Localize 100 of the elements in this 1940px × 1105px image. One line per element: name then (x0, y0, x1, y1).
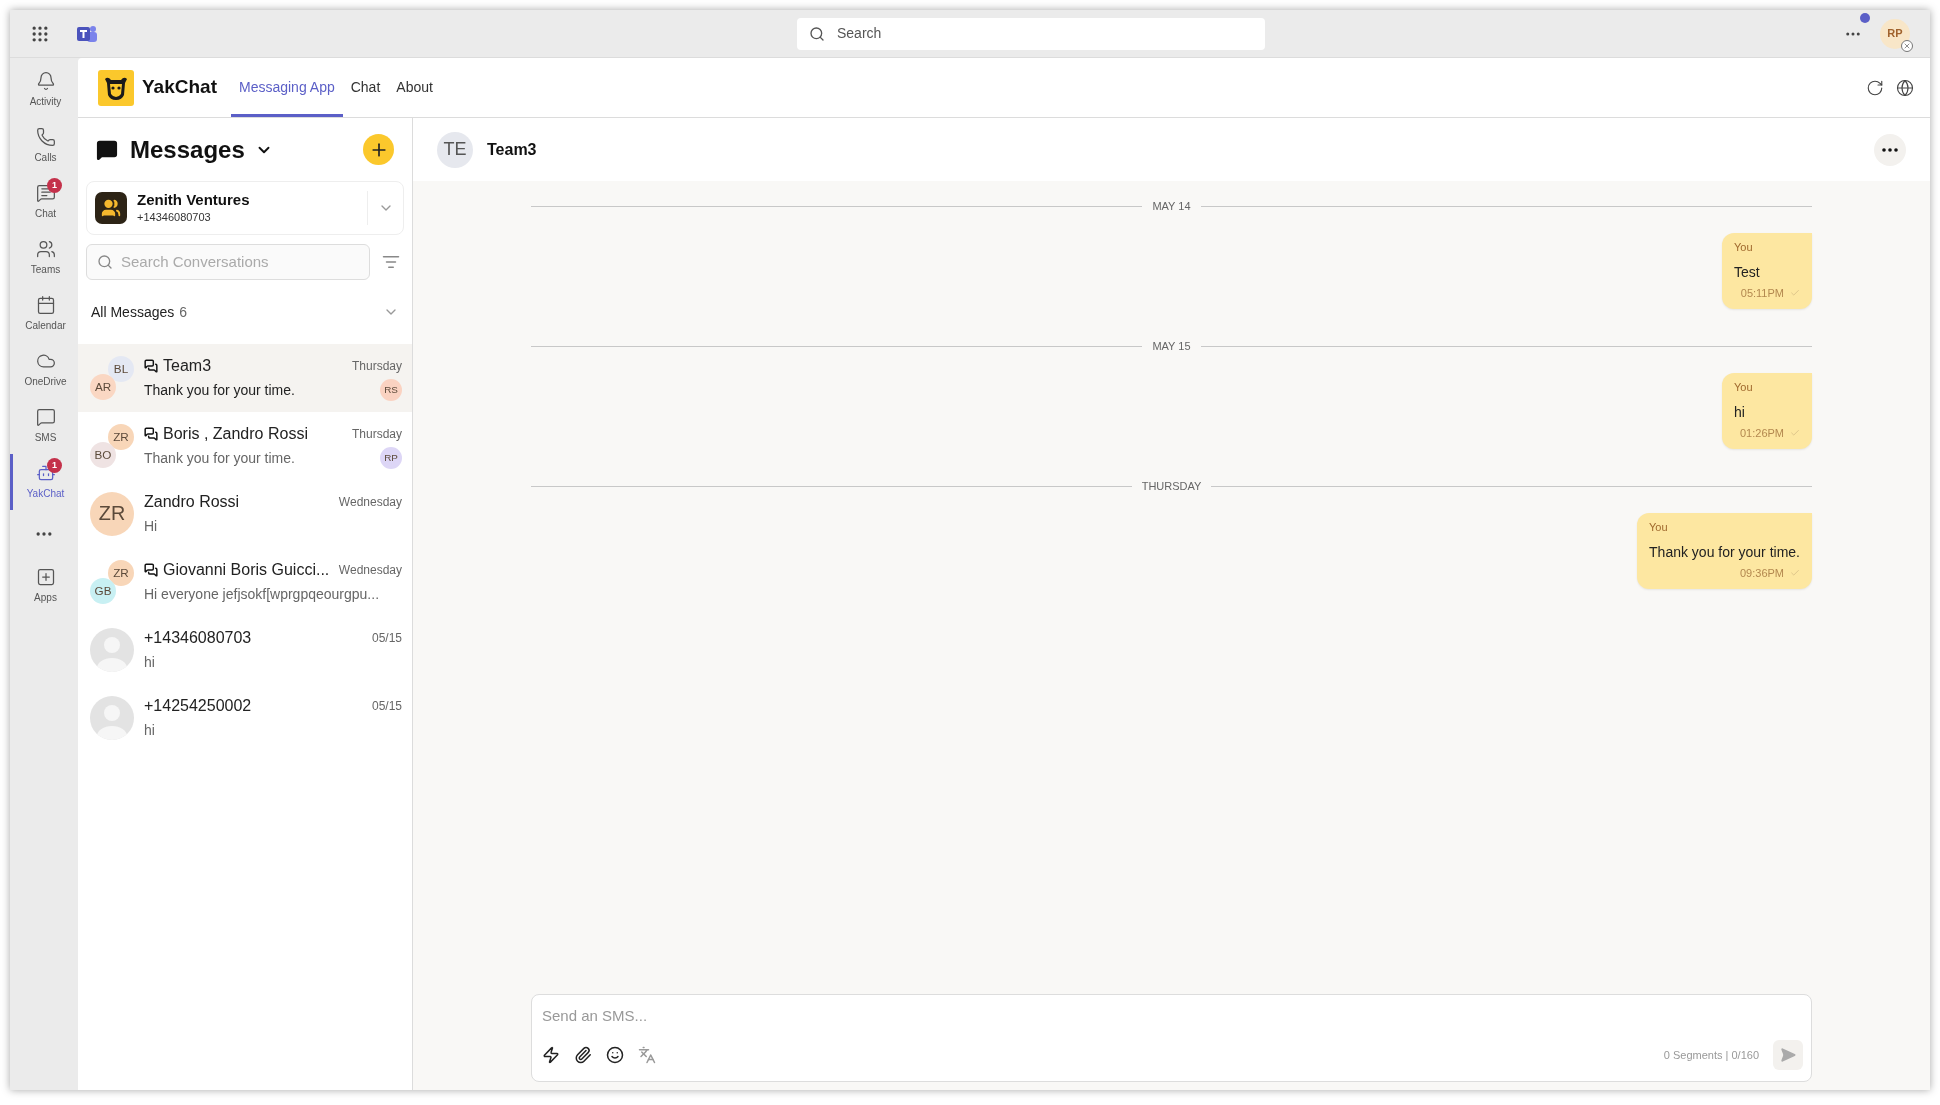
emoji-icon[interactable] (606, 1046, 624, 1064)
conversation-date: Wednesday (338, 494, 402, 511)
search-icon (809, 25, 825, 42)
group-icon (144, 359, 158, 373)
sender-name: You (1734, 240, 1754, 255)
yakchat-logo-icon (98, 69, 134, 106)
avatar: ZR (108, 424, 134, 450)
conversation-date: Thursday (351, 358, 402, 375)
group-icon (144, 563, 158, 577)
filter-label[interactable]: All Messages (91, 301, 175, 323)
conversation-preview: Thank you for your time. (144, 448, 295, 468)
conversation-name: +14254250002 (144, 696, 252, 716)
app-name: YakChat (142, 75, 217, 100)
conversation-preview: Thank you for your time. (144, 380, 295, 400)
conversation-item[interactable]: +14254250002 05/15 hi (78, 684, 412, 752)
conversation-item[interactable]: ZR BO Boris , Zandro Rossi Thursday Thank you for your time. RP (78, 412, 412, 480)
conversation-date: 05/15 (371, 630, 402, 647)
attach-icon[interactable] (574, 1046, 592, 1064)
search-icon (97, 254, 113, 270)
chat-icon (35, 183, 56, 203)
tab[interactable]: About (388, 58, 441, 117)
message-text: Test (1734, 262, 1761, 282)
search-field[interactable]: Search (797, 17, 1265, 50)
conversation-preview: Hi (144, 516, 158, 536)
date-divider: THURSDAY (1141, 478, 1202, 494)
avatar: RS (380, 379, 402, 401)
avatar (90, 696, 134, 740)
badge: 1 (47, 458, 62, 473)
conversation-date: 05/15 (371, 698, 402, 715)
conversation-item[interactable]: ZR GB Giovanni Boris Guicci... Wednesday Hi everyone jefjsokf[wprgpqeourgpu... (78, 548, 412, 616)
sender-name: You (1734, 380, 1754, 395)
send-icon (1780, 1047, 1796, 1063)
rail-item[interactable]: Apps (10, 558, 78, 614)
message-icon (35, 407, 56, 427)
avatar: GB (90, 578, 116, 604)
conversation-name: Team3 (163, 356, 212, 376)
filter-icon[interactable] (382, 253, 400, 271)
more-options-button[interactable] (1874, 133, 1906, 166)
avatar: AR (90, 374, 116, 400)
rail-item[interactable]: Chat 1 (10, 174, 78, 230)
badge: 1 (47, 178, 62, 193)
search-input[interactable]: Search Conversations (121, 250, 359, 274)
rail-item[interactable]: Activity (10, 62, 78, 118)
tab[interactable]: Chat (342, 58, 389, 117)
avatar: ZR (108, 560, 134, 586)
tab[interactable]: Messaging App (231, 58, 343, 117)
sender-name: You (1649, 520, 1669, 535)
conversation-name: Giovanni Boris Guicci... (163, 560, 330, 580)
user-avatar[interactable]: RP (1880, 18, 1910, 49)
rail-item[interactable]: Calendar (10, 286, 78, 342)
message-input[interactable]: Send an SMS... (542, 1005, 1801, 1027)
group-icon (144, 427, 158, 441)
account-selector[interactable]: Zenith Ventures +14346080703 (86, 181, 404, 235)
conversation-preview: Hi everyone jefjsokf[wprgpqeourgpu... (144, 584, 380, 604)
conversation-name: Zandro Rossi (144, 492, 240, 512)
more-icon (1882, 147, 1898, 152)
message-count: 6 (179, 302, 188, 322)
phone-icon (35, 127, 56, 147)
conversation-preview: hi (144, 652, 155, 672)
rail-item[interactable]: OneDrive (10, 342, 78, 398)
search-field[interactable]: Search Conversations (86, 244, 370, 280)
avatar: RP (380, 447, 402, 469)
rail-item[interactable]: SMS (10, 398, 78, 454)
chat-avatar: TE (437, 131, 473, 168)
avatar: ZR (90, 492, 134, 536)
people-icon (35, 239, 56, 259)
chat-title: Team3 (487, 139, 537, 160)
messages-icon (96, 138, 118, 161)
search-input[interactable]: Search (837, 23, 1253, 44)
conversation-date: Thursday (351, 426, 402, 443)
rail-item[interactable]: Teams (10, 230, 78, 286)
conversation-item[interactable]: BL AR Team3 Thursday Thank you for your time. RS (78, 344, 412, 412)
message-time: 01:26PM (1739, 425, 1784, 441)
lightning-icon[interactable] (542, 1046, 560, 1064)
account-number: +14346080703 (137, 209, 212, 225)
refresh-icon[interactable] (1866, 78, 1884, 97)
new-message-button[interactable] (363, 134, 394, 165)
message-time: 09:36PM (1739, 565, 1784, 581)
conversation-preview: hi (144, 720, 155, 740)
calendar-icon (35, 295, 56, 315)
avatar: BL (108, 356, 134, 382)
conversation-item[interactable]: ZR Zandro Rossi Wednesday Hi (78, 480, 412, 548)
bell-icon (35, 71, 56, 91)
teams-logo-icon[interactable] (76, 23, 98, 44)
conversation-item[interactable]: +14346080703 05/15 hi (78, 616, 412, 684)
translate-icon[interactable] (638, 1046, 656, 1064)
plus-square-icon (35, 567, 56, 587)
globe-icon[interactable] (1896, 78, 1914, 97)
account-avatar (95, 192, 127, 224)
conversation-name: +14346080703 (144, 628, 252, 648)
conversation-date: Wednesday (338, 562, 402, 579)
date-divider: MAY 14 (1152, 198, 1191, 214)
segment-counter: 0 Segments | 0/160 (1663, 1047, 1759, 1063)
message-time: 05:11PM (1740, 285, 1784, 301)
panel-title: Messages (130, 134, 245, 165)
conversation-name: Boris , Zandro Rossi (163, 424, 308, 444)
avatar (90, 628, 134, 672)
rail-item[interactable]: Calls (10, 118, 78, 174)
message-text: hi (1734, 402, 1746, 422)
avatar: BO (90, 442, 116, 468)
